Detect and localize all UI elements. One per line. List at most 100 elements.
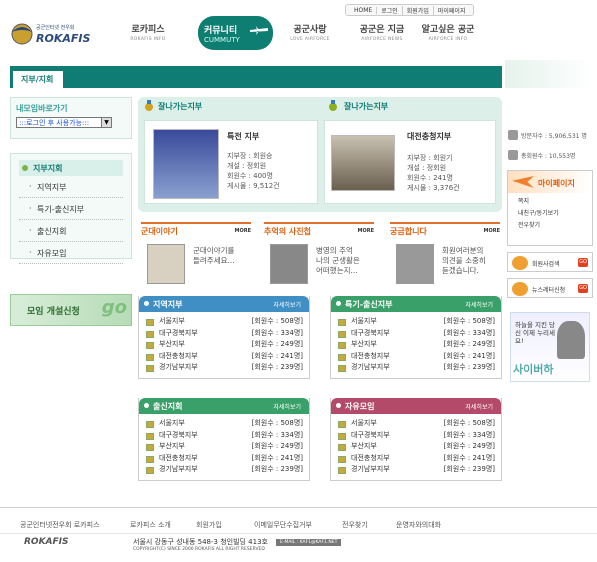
more-link[interactable]: MORE [484, 228, 501, 234]
branch-posts: 게시물 : 3,376건 [407, 184, 460, 192]
airplane-icon [250, 26, 268, 35]
story-thumbnail [147, 244, 185, 284]
medal-icon [329, 100, 337, 111]
list-item[interactable]: 서울지부 [회원수 : 508명] [331, 418, 501, 430]
footer-logo-text: ROKAFIS [24, 537, 69, 547]
nav-love-airforce[interactable]: 공군사랑 LOVE AIRFORCE [282, 22, 338, 52]
view-details-link[interactable]: 자세히보기 [465, 402, 493, 411]
branch-menu-item-regional[interactable]: 지역지부 [19, 176, 123, 198]
mypage-item-friends[interactable]: 내친구/동기보기 [508, 205, 592, 217]
list-body: 서울지부 [회원수 : 508명] 대구경북지부 [회원수 : 334명] 부산지부… [139, 312, 309, 378]
open-group-label: 모임 개설신청 [27, 307, 80, 317]
view-details-link[interactable]: 자세히보기 [465, 300, 493, 309]
site-logo[interactable]: 공군인터넷 전우회 ROKAFIS [10, 14, 98, 54]
list-item[interactable]: 대전충청지부 [회원수 : 241명] [331, 351, 501, 363]
list-item[interactable]: 서울지부 [회원수 : 508명] [139, 316, 309, 328]
list-item[interactable]: 서울지부 [회원수 : 508명] [331, 316, 501, 328]
album-text[interactable]: 병영의 추억 나의 군생활은 어떠했는지... [316, 246, 360, 276]
folder-icon [146, 319, 154, 326]
folder-icon [338, 444, 346, 451]
bullet-icon [22, 165, 28, 171]
list-header: 지역지부 자세히보기 [139, 296, 309, 312]
nav-rokafis[interactable]: 로카피스 ROKAFIS INFO [120, 22, 176, 52]
nav-community-sub: CUMMUTY [204, 36, 240, 44]
footer-email[interactable]: E-MAIL : KAF1@KAF1.NET [276, 539, 342, 546]
login-link[interactable]: 로그인 [377, 5, 403, 15]
list-item[interactable]: 대구경북지부 [회원수 : 334명] [139, 430, 309, 442]
open-group-request-button[interactable]: 모임 개설신청 go [10, 294, 132, 326]
member-search-button[interactable]: 회원사검색 GO [507, 252, 593, 272]
featured-heading-left: 잘나가는지부 [158, 102, 203, 111]
list-item[interactable]: 서울지부 [회원수 : 508명] [139, 418, 309, 430]
mypage-item-find-comrade[interactable]: 전우찾기 [508, 217, 592, 229]
list-item[interactable]: 경기남부지부 [회원수 : 239명] [139, 362, 309, 374]
footer-link-signup[interactable]: 회원가입 [196, 520, 222, 530]
footer-link-find-comrade[interactable]: 전우찾기 [342, 520, 368, 530]
mypage-item-messages[interactable]: 쪽지 [508, 193, 592, 205]
folder-icon [338, 365, 346, 372]
branch-menu-item-specialty[interactable]: 특기-출신지부 [19, 198, 123, 220]
view-details-link[interactable]: 자세히보기 [273, 402, 301, 411]
branch-menu-item-free[interactable]: 자유모임 [19, 242, 123, 264]
more-link[interactable]: MORE [358, 228, 375, 234]
member-count: 총회원수 : 10,553명 [508, 150, 575, 160]
cyber-banner[interactable]: 하늘을 지킨 당신 이제 누리세요! 사이버하 [510, 312, 590, 382]
story-text[interactable]: 군대이야기를 들려주세요... [193, 246, 237, 266]
list-item[interactable]: 경기남부지부 [회원수 : 239명] [331, 362, 501, 374]
home-link[interactable]: HOME [350, 6, 378, 14]
questions-text[interactable]: 회원여러분의 의견을 소중히 듣겠습니다. [442, 246, 486, 276]
branch-info: 지부장 : 회원기 개설 : 정회원 회원수 : 241명 게시물 : 3,37… [407, 153, 460, 193]
list-item[interactable]: 경기남부지부 [회원수 : 239명] [331, 464, 501, 476]
list-item[interactable]: 경기남부지부 [회원수 : 239명] [139, 464, 309, 476]
featured-card-2[interactable]: 대전충청지부 지부장 : 회원기 개설 : 정회원 회원수 : 241명 게시물… [324, 120, 496, 204]
nav-airforce-news[interactable]: 공군은 지금 AIRFORCE NEWS [354, 22, 410, 52]
paper-plane-icon [512, 176, 534, 188]
newsletter-icon [512, 282, 528, 296]
branch-menu-item-origin[interactable]: 출신지회 [19, 220, 123, 242]
list-item[interactable]: 부산지부 [회원수 : 249명] [139, 441, 309, 453]
branch-menu-heading: 지부지회 [19, 160, 123, 176]
mypage-title: 마이페이지 [538, 179, 575, 188]
list-item[interactable]: 대전충청지부 [회원수 : 241명] [331, 453, 501, 465]
folder-icon [338, 455, 346, 463]
list-item[interactable]: 부산지부 [회원수 : 249명] [331, 441, 501, 453]
my-group-heading: 내모임바로가기 [16, 104, 68, 113]
list-item[interactable]: 대구경북지부 [회원수 : 334명] [331, 430, 501, 442]
nav-rokafis-sub: ROKAFIS INFO [130, 37, 166, 42]
list-item[interactable]: 대구경북지부 [회원수 : 334명] [331, 328, 501, 340]
list-item[interactable]: 부산지부 [회원수 : 249명] [331, 339, 501, 351]
branch-open: 개설 : 정회원 [407, 164, 447, 172]
branch-name: 특전 지부 [227, 132, 260, 141]
nav-rokafis-label: 로카피스 [131, 25, 165, 35]
my-group-select[interactable]: :::로그인 후 사용가능::: ▼ [16, 117, 112, 128]
folder-icon [146, 353, 154, 361]
origin-branch-list: 출신지회 자세히보기 서울지부 [회원수 : 508명] 대구경북지부 [회원수 : … [138, 398, 310, 481]
nav-community[interactable]: 커뮤니티 CUMMUTY [198, 16, 273, 50]
top-utility-nav: HOME 로그인 회원가입 마이페이지 [345, 4, 475, 16]
list-body: 서울지부 [회원수 : 508명] 대구경북지부 [회원수 : 334명] 부산지부… [331, 312, 501, 378]
nav-airforce-info[interactable]: 알고싶은 공군 AIRFORCE INFO [418, 22, 478, 52]
list-item[interactable]: 대구경북지부 [회원수 : 334명] [139, 328, 309, 340]
specialty-branch-list: 특기-출신지부 자세히보기 서울지부 [회원수 : 508명] 대구경북지부 [회원수… [330, 296, 502, 379]
footer-address: 서울시 강동구 성내동 548-3 청인빌딩 413호 [133, 538, 268, 546]
more-link[interactable]: MORE [235, 228, 252, 234]
footer-link-about[interactable]: 로카피스 소개 [130, 520, 171, 530]
signup-link[interactable]: 회원가입 [403, 5, 434, 15]
branch-info: 지부장 : 회원승 개설 : 정회원 회원수 : 400명 게시물 : 9,51… [227, 151, 280, 191]
banner-text: 하늘을 지킨 당신 이제 누리세요! [515, 321, 556, 345]
list-item[interactable]: 대전충청지부 [회원수 : 241명] [139, 351, 309, 363]
nav-info-sub: AIRFORCE INFO [428, 37, 468, 42]
album-thumbnail [270, 244, 308, 284]
list-item[interactable]: 부산지부 [회원수 : 249명] [139, 339, 309, 351]
newsletter-button[interactable]: 뉴스레터신청 GO [507, 278, 593, 298]
footer-link-contact[interactable]: 운영자와의대화 [396, 520, 441, 530]
list-item[interactable]: 대전충청지부 [회원수 : 241명] [139, 453, 309, 465]
featured-heading-right: 잘나가는지부 [344, 102, 389, 111]
view-details-link[interactable]: 자세히보기 [273, 300, 301, 309]
folder-icon [338, 330, 346, 338]
footer-link-no-email[interactable]: 이메일무단수집거부 [254, 520, 312, 530]
mypage-link[interactable]: 마이페이지 [434, 6, 470, 15]
list-title: 출신지회 [153, 402, 183, 411]
military-stories-box: 군대이야기 MORE 군대이야기를 들려주세요... [141, 222, 251, 286]
featured-card-1[interactable]: 특전 지부 지부장 : 회원승 개설 : 정회원 회원수 : 400명 게시물 … [144, 120, 318, 204]
